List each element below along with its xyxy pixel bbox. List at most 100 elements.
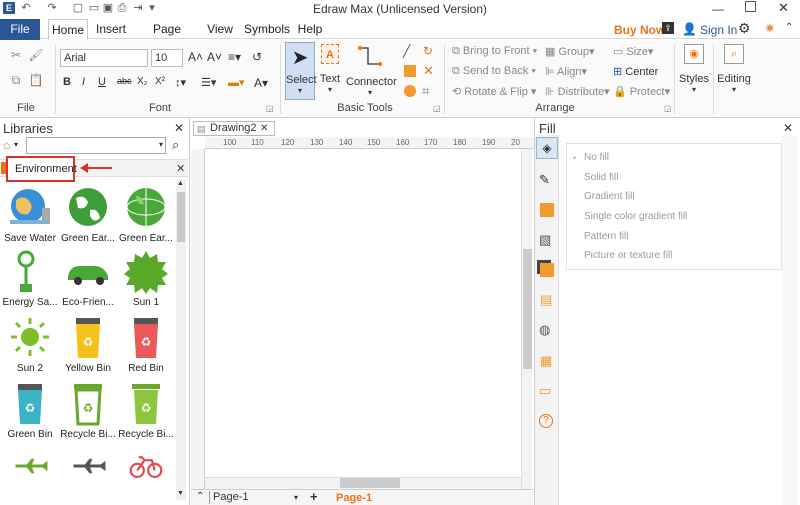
- copy-icon[interactable]: ⧉: [8, 72, 24, 88]
- buy-now-link[interactable]: Buy Now: [614, 23, 665, 37]
- editing-button[interactable]: ⌕ Editing ▾: [716, 44, 752, 110]
- shape-recycle-bin[interactable]: ♻ Recycle Bi...: [60, 382, 116, 442]
- cut-icon[interactable]: ✂: [8, 47, 24, 63]
- arrange-launcher-icon[interactable]: ◲: [664, 104, 672, 113]
- tab-insert[interactable]: Insert: [93, 19, 129, 40]
- ellipse-tool-icon[interactable]: [404, 85, 416, 97]
- shape-sun-2[interactable]: Sun 2: [2, 316, 58, 376]
- shape-airplane-alt[interactable]: [60, 450, 116, 488]
- bullets-icon[interactable]: ☰▾: [201, 76, 216, 89]
- protect-button[interactable]: 🔒 Protect▾: [613, 85, 670, 98]
- tab-home[interactable]: Home: [48, 19, 88, 40]
- font-dialog-launcher-icon[interactable]: ◲: [266, 104, 274, 113]
- font-name-select[interactable]: Arial: [60, 49, 148, 67]
- document-tab-icon[interactable]: ▦: [540, 353, 552, 369]
- shape-sun-1[interactable]: Sun 1: [118, 250, 174, 310]
- arc-tool-icon[interactable]: ↻: [423, 44, 433, 58]
- sign-in-link[interactable]: Sign In: [700, 23, 737, 37]
- help-tab-icon[interactable]: ?: [539, 414, 553, 428]
- close-window-button[interactable]: ✕: [778, 0, 789, 16]
- search-dropdown-icon[interactable]: ▾: [159, 140, 163, 149]
- shrink-font-icon[interactable]: A˅: [207, 50, 222, 64]
- add-page-button[interactable]: +: [310, 489, 318, 504]
- user-icon[interactable]: 👤: [682, 22, 697, 36]
- fill-option-solid[interactable]: Solid fill: [584, 172, 618, 183]
- align-button[interactable]: ⊫ Align▾: [545, 65, 587, 78]
- close-fill-panel-icon[interactable]: ✕: [783, 121, 793, 135]
- shape-green-bin[interactable]: ♻ Green Bin: [2, 382, 58, 442]
- strikethrough-icon[interactable]: abc: [117, 76, 132, 86]
- page-select[interactable]: Page-1 ▾: [209, 491, 301, 504]
- italic-icon[interactable]: I: [82, 76, 85, 88]
- format-painter-icon[interactable]: 🖌: [28, 47, 44, 63]
- distribute-button[interactable]: ⊪ Distribute▾: [545, 85, 610, 98]
- font-color-icon[interactable]: A▾: [254, 76, 268, 90]
- line-tool-icon[interactable]: ╱: [403, 44, 410, 58]
- shape-energy-saving[interactable]: Energy Sa...: [2, 250, 58, 310]
- cross-tool-icon[interactable]: ✕: [423, 63, 434, 79]
- close-libraries-icon[interactable]: ✕: [174, 121, 184, 135]
- home-library-icon[interactable]: ⌂: [3, 138, 10, 152]
- bring-to-front-button[interactable]: ⧉ Bring to Front ▾: [452, 45, 537, 58]
- send-to-back-button[interactable]: ⧉ Send to Back ▾: [452, 65, 536, 78]
- shape-airplane[interactable]: [2, 450, 58, 488]
- shape-save-water[interactable]: Save Water: [2, 186, 58, 246]
- fill-option-no-fill[interactable]: No fill: [584, 152, 609, 163]
- tab-symbols[interactable]: Symbols: [244, 19, 290, 40]
- scroll-thumb[interactable]: [340, 478, 400, 488]
- library-category-environment[interactable]: Environment: [6, 156, 77, 182]
- group-button[interactable]: ▦ Group▾: [545, 45, 595, 58]
- grow-font-icon[interactable]: A˄: [188, 50, 203, 64]
- page-tab-icon[interactable]: ▤: [540, 292, 552, 308]
- shape-recycle-bin-alt[interactable]: ♻ Recycle Bi...: [118, 382, 174, 442]
- shadow-tab-icon[interactable]: [540, 203, 554, 217]
- align-text-icon[interactable]: ≡▾: [228, 50, 241, 64]
- share-icon[interactable]: ⇪: [662, 22, 674, 34]
- fill-panel-scrollbar[interactable]: [782, 135, 797, 505]
- text-tool-button[interactable]: A Text ▾: [318, 44, 342, 100]
- search-icon[interactable]: ⌕: [172, 137, 179, 153]
- scroll-down-icon[interactable]: ▼: [177, 490, 184, 497]
- tab-help[interactable]: Help: [297, 19, 323, 40]
- canvas-vertical-scrollbar[interactable]: [521, 149, 532, 489]
- shape-green-earth[interactable]: Green Ear...: [60, 186, 116, 246]
- shape-bicycle[interactable]: [118, 450, 174, 488]
- close-tab-icon[interactable]: ✕: [260, 122, 268, 135]
- rectangle-tool-icon[interactable]: [404, 65, 416, 77]
- maximize-button[interactable]: [745, 1, 756, 12]
- page-up-icon[interactable]: ⌃: [196, 491, 204, 502]
- minimize-button[interactable]: —: [712, 2, 724, 16]
- settings-gear-icon[interactable]: ⚙: [738, 20, 751, 37]
- underline-icon[interactable]: U: [98, 76, 106, 88]
- center-button[interactable]: ⊞ Center: [613, 65, 658, 78]
- comment-tab-icon[interactable]: ▭: [539, 383, 551, 399]
- rotate-flip-button[interactable]: ⟲ Rotate & Flip ▾: [452, 85, 536, 98]
- basic-tools-launcher-icon[interactable]: ◲: [433, 104, 441, 113]
- close-category-icon[interactable]: ✕: [176, 162, 185, 175]
- scroll-thumb[interactable]: [177, 192, 185, 242]
- library-search-input[interactable]: [26, 137, 166, 154]
- canvas-horizontal-scrollbar[interactable]: [205, 477, 521, 489]
- collapse-ribbon-icon[interactable]: ⌃: [785, 22, 793, 33]
- styles-button[interactable]: ◉ Styles ▾: [678, 44, 710, 110]
- connector-tool-button[interactable]: Connector ▾: [346, 44, 397, 100]
- fill-option-single-color-gradient[interactable]: Single color gradient fill: [584, 211, 687, 222]
- shape-green-earth-alt[interactable]: Green Ear...: [118, 186, 174, 246]
- line-spacing-icon[interactable]: ↕▾: [175, 76, 186, 89]
- shape-eco-friendly[interactable]: Eco-Frien...: [60, 250, 116, 310]
- select-tool-button[interactable]: ➤ Select ▾: [285, 42, 317, 100]
- font-size-select[interactable]: 10: [151, 49, 183, 67]
- tab-page-layout[interactable]: Page Layout: [135, 19, 199, 57]
- theme-icon[interactable]: ✷: [764, 20, 776, 37]
- crop-tool-icon[interactable]: ⌗: [422, 83, 429, 99]
- page-tab-active[interactable]: Page-1: [336, 492, 372, 504]
- scroll-up-icon[interactable]: ▲: [177, 180, 184, 187]
- paste-icon[interactable]: 📋: [28, 72, 44, 88]
- fill-option-picture-texture[interactable]: Picture or texture fill: [584, 250, 672, 261]
- image-tab-icon[interactable]: ▧: [539, 232, 551, 248]
- tab-view[interactable]: View: [205, 19, 235, 40]
- file-menu[interactable]: File: [0, 19, 40, 40]
- layer-tab-icon[interactable]: [540, 263, 554, 277]
- fill-option-pattern[interactable]: Pattern fill: [584, 231, 628, 242]
- drawing-canvas[interactable]: [191, 118, 533, 505]
